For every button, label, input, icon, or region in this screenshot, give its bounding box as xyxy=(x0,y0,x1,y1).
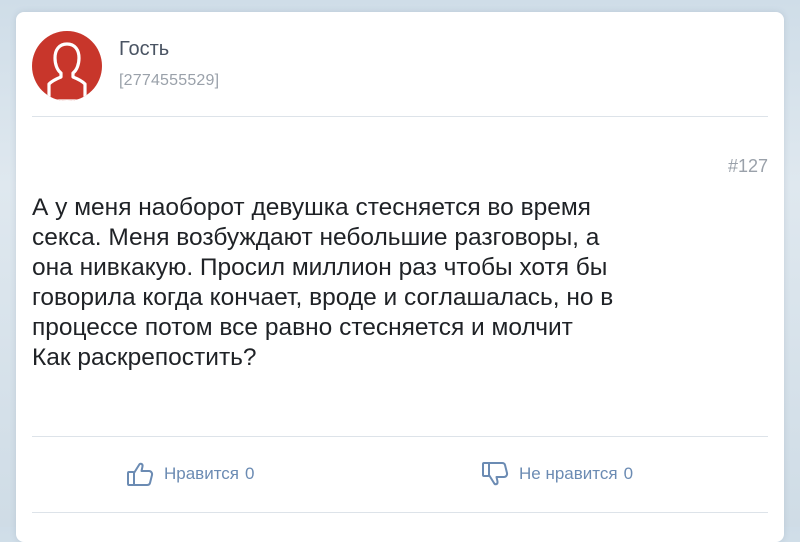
user-silhouette-icon xyxy=(47,42,87,101)
post-text: А у меня наоборот девушка стесняется во … xyxy=(32,193,762,373)
header-divider xyxy=(32,116,768,117)
bottom-divider xyxy=(32,512,768,513)
footer-divider xyxy=(32,436,768,437)
dislike-button[interactable]: Не нравится 0 xyxy=(481,461,633,487)
post-number: #127 xyxy=(727,156,768,176)
avatar[interactable] xyxy=(32,31,102,101)
post-text-line: секса. Меня возбуждают небольшие разгово… xyxy=(32,224,600,251)
like-count: 0 xyxy=(245,464,255,483)
post-text-line: говорила когда кончает, вроде и соглашал… xyxy=(32,284,614,311)
post-text-line: А у меня наоборот девушка стесняется во … xyxy=(32,194,591,221)
thumbs-up-icon xyxy=(126,461,154,487)
like-label: Нравится xyxy=(164,464,240,483)
post-text-line: процессе потом все равно стесняется и мо… xyxy=(32,314,573,341)
like-button[interactable]: Нравится 0 xyxy=(126,461,254,487)
dislike-count: 0 xyxy=(623,464,634,483)
author-id: [2774555529] xyxy=(119,72,220,89)
post-text-line: она нивкакую. Просил миллион раз чтобы х… xyxy=(32,254,608,281)
dislike-label: Не нравится xyxy=(519,464,618,483)
thumbs-down-icon xyxy=(481,461,509,487)
author-name[interactable]: Гость xyxy=(119,38,169,61)
post-card: Гость [2774555529] #127 А у меня наоборо… xyxy=(16,12,784,542)
post-text-line: Как раскрепостить? xyxy=(32,344,257,371)
